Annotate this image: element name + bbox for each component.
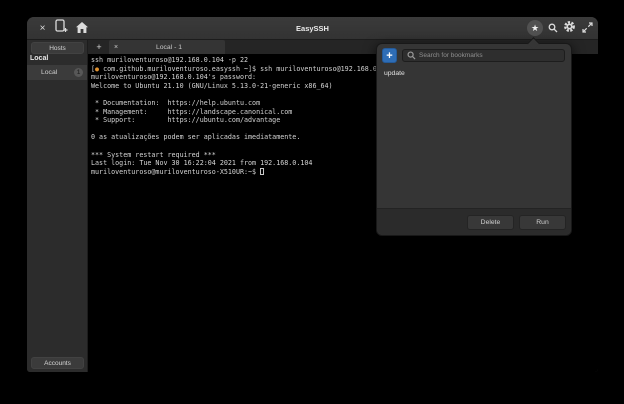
header-bar: × EasySSH ★ (27, 17, 598, 40)
terminal-cursor (260, 168, 264, 175)
bookmark-list: update (377, 67, 571, 208)
accounts-button[interactable]: Accounts (31, 357, 84, 369)
bookmarks-button[interactable]: ★ (527, 20, 543, 36)
sidebar-item-local[interactable]: Local 1 (27, 65, 87, 80)
gear-icon (563, 20, 576, 38)
host-item-label: Local (41, 69, 57, 76)
bookmark-item[interactable]: update (377, 67, 571, 81)
connection-count-badge: 1 (74, 68, 83, 77)
delete-bookmark-button[interactable]: Delete (467, 215, 514, 230)
window-title: EasySSH (27, 17, 598, 40)
run-bookmark-button[interactable]: Run (519, 215, 566, 230)
close-tab-icon[interactable]: × (109, 44, 123, 51)
settings-button[interactable] (562, 21, 577, 36)
tab-label: Local - 1 (123, 44, 215, 51)
bookmark-search-input[interactable] (419, 52, 564, 59)
popover-footer: Delete Run (377, 208, 571, 235)
easyssh-window: × EasySSH ★ (27, 17, 598, 372)
tab-local-1[interactable]: × Local - 1 (109, 40, 225, 54)
hosts-button[interactable]: Hosts (31, 42, 84, 54)
add-bookmark-button[interactable]: + (382, 48, 397, 63)
search-button[interactable] (545, 21, 560, 36)
bookmarks-popover: + update Delete Run (376, 43, 572, 236)
host-group-label: Local (30, 55, 48, 62)
bookmarks-star-icon: ★ (531, 23, 539, 34)
expand-icon (582, 20, 593, 38)
fullscreen-button[interactable] (580, 21, 595, 36)
screen-background: × EasySSH ★ (0, 0, 624, 404)
bookmark-search-field (402, 49, 565, 62)
search-icon (548, 20, 558, 38)
search-icon (407, 47, 416, 65)
new-tab-button[interactable]: + (93, 41, 105, 53)
hosts-sidebar: Hosts Local Local 1 Accounts (27, 40, 88, 372)
